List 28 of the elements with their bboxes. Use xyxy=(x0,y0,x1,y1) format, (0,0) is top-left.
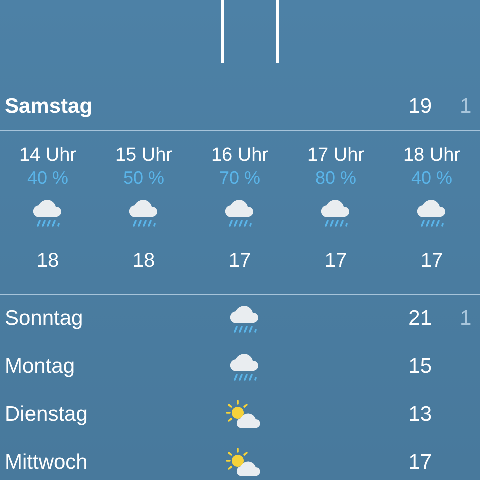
hour-label: 17 Uhr xyxy=(307,145,365,167)
low-temperature: 1 xyxy=(460,95,472,119)
high-temperature: 17 xyxy=(408,451,432,475)
vertical-lines-drawing xyxy=(221,0,279,63)
hour-label: 15 Uhr xyxy=(115,145,173,167)
hour-label: 16 Uhr xyxy=(211,145,269,167)
high-temperature: 15 xyxy=(408,355,432,379)
hour-temperature: 17 xyxy=(228,249,252,273)
rain-chance: 70 % xyxy=(219,167,261,189)
rain-chance: 40 % xyxy=(411,167,453,189)
day-name: Samstag xyxy=(5,95,94,119)
hour-temperature: 17 xyxy=(324,249,348,273)
hour-label: 14 Uhr xyxy=(19,145,77,167)
high-temperature: 19 xyxy=(408,95,432,119)
high-temperature: 21 xyxy=(408,307,432,331)
hour-temperature: 17 xyxy=(420,249,444,273)
hour-temperature: 18 xyxy=(132,249,156,273)
day-name: Sonntag xyxy=(5,307,84,331)
day-name: Montag xyxy=(5,355,76,379)
day-name: Dienstag xyxy=(5,403,89,427)
low-temperature: 1 xyxy=(460,307,472,331)
rain-chance: 40 % xyxy=(27,167,69,189)
hour-label: 18 Uhr xyxy=(403,145,461,167)
rain-chance: 80 % xyxy=(315,167,357,189)
rain-chance: 50 % xyxy=(123,167,165,189)
high-temperature: 13 xyxy=(408,403,432,427)
day-name: Mittwoch xyxy=(5,451,89,475)
hour-temperature: 18 xyxy=(36,249,60,273)
